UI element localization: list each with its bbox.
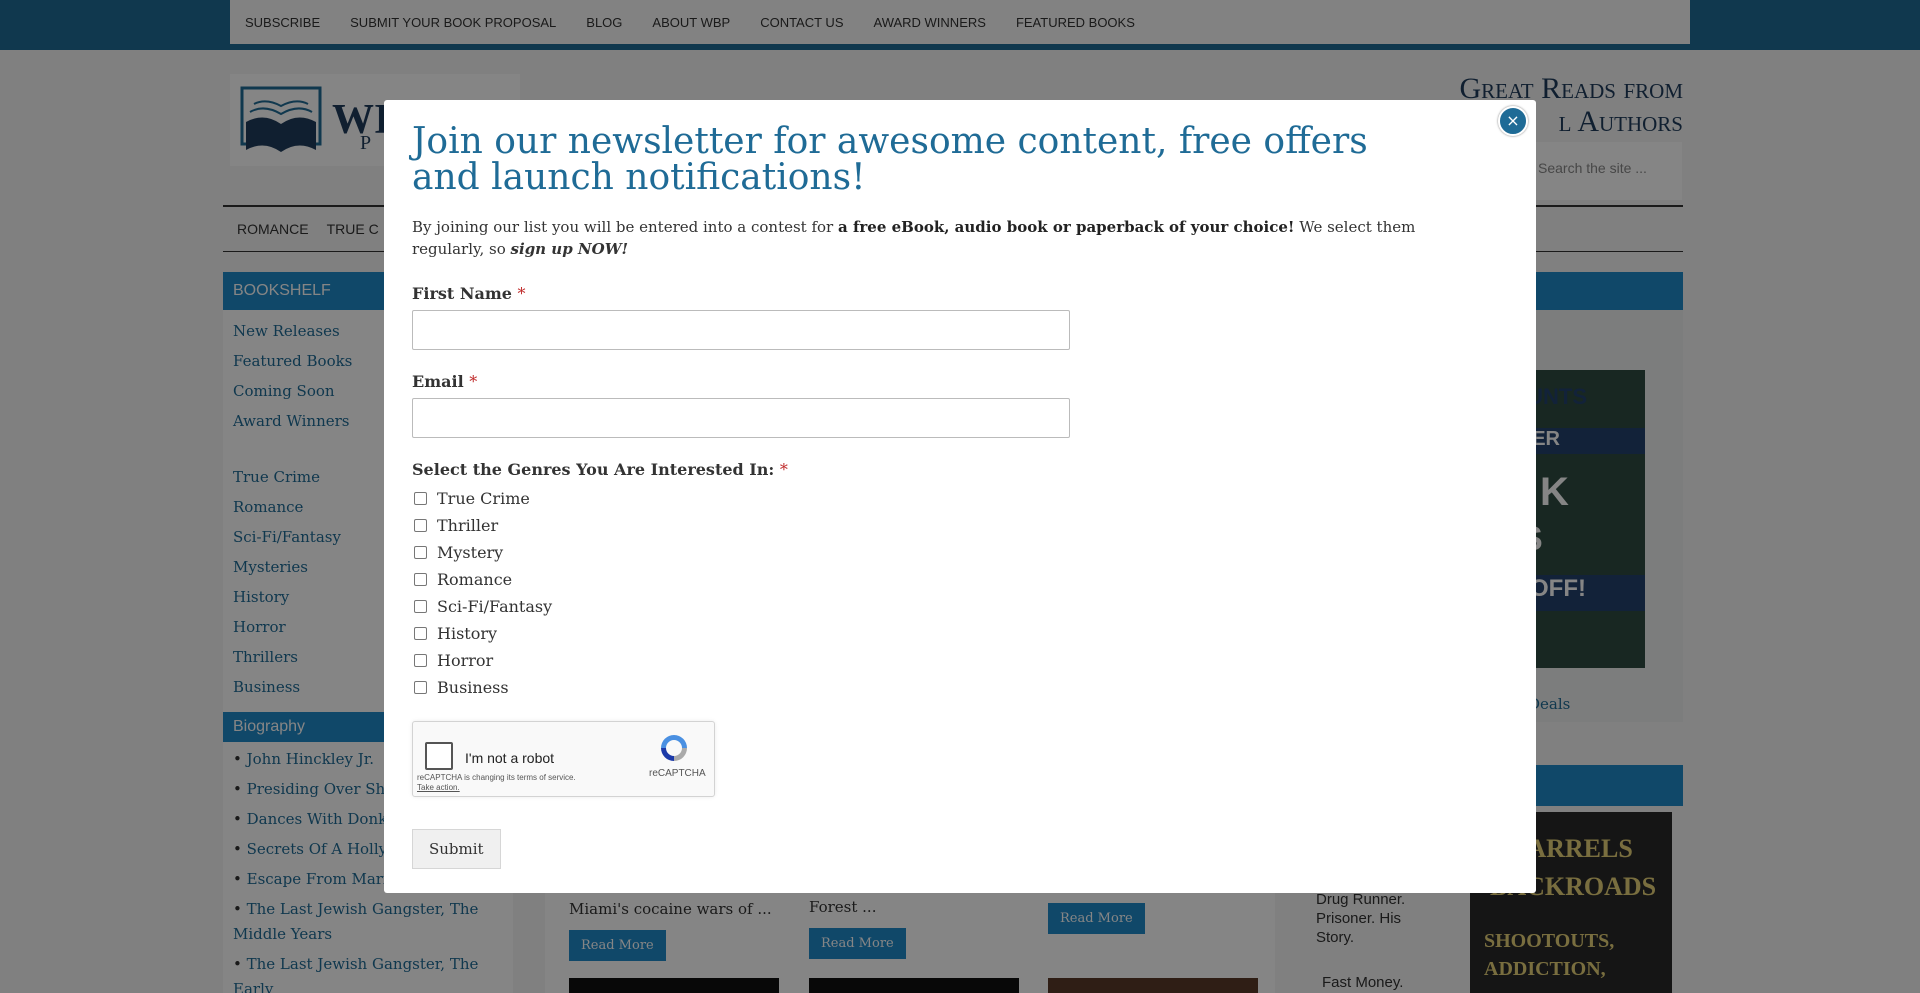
checkbox[interactable] [414, 573, 427, 586]
required-mark: * [469, 372, 478, 391]
genre-checkbox-list: True Crime Thriller Mystery Romance Sci-… [412, 485, 1508, 701]
checkbox[interactable] [414, 519, 427, 532]
close-icon[interactable]: × [1498, 106, 1528, 136]
first-name-label: First Name * [412, 284, 526, 303]
genre-option-history[interactable]: History [412, 620, 1508, 647]
email-input[interactable] [412, 398, 1070, 438]
checkbox[interactable] [414, 681, 427, 694]
required-mark: * [779, 460, 788, 479]
genre-option-scifi[interactable]: Sci-Fi/Fantasy [412, 593, 1508, 620]
genre-option-horror[interactable]: Horror [412, 647, 1508, 674]
recaptcha-notice: reCAPTCHA is changing its terms of servi… [417, 773, 576, 792]
recaptcha-logo-icon [661, 735, 687, 761]
required-mark: * [517, 284, 526, 303]
checkbox[interactable] [414, 600, 427, 613]
genre-option-business[interactable]: Business [412, 674, 1508, 701]
genre-option-romance[interactable]: Romance [412, 566, 1508, 593]
recaptcha-widget: I'm not a robot reCAPTCHA reCAPTCHA is c… [412, 721, 715, 797]
genres-label: Select the Genres You Are Interested In:… [412, 460, 788, 479]
checkbox[interactable] [414, 627, 427, 640]
recaptcha-label: I'm not a robot [465, 750, 555, 766]
submit-button[interactable]: Submit [412, 829, 501, 869]
email-label: Email * [412, 372, 478, 391]
genre-option-true-crime[interactable]: True Crime [412, 485, 1508, 512]
recaptcha-checkbox[interactable] [425, 742, 453, 770]
recaptcha-brand: reCAPTCHA [649, 768, 706, 779]
genre-option-mystery[interactable]: Mystery [412, 539, 1508, 566]
checkbox[interactable] [414, 654, 427, 667]
first-name-input[interactable] [412, 310, 1070, 350]
modal-title: Join our newsletter for awesome content,… [412, 121, 1368, 198]
genre-option-thriller[interactable]: Thriller [412, 512, 1508, 539]
modal-intro: By joining our list you will be entered … [412, 218, 1416, 258]
checkbox[interactable] [414, 546, 427, 559]
recaptcha-take-action-link[interactable]: Take action. [417, 783, 460, 792]
newsletter-modal: Join our newsletter for awesome content,… [384, 100, 1536, 893]
checkbox[interactable] [414, 492, 427, 505]
